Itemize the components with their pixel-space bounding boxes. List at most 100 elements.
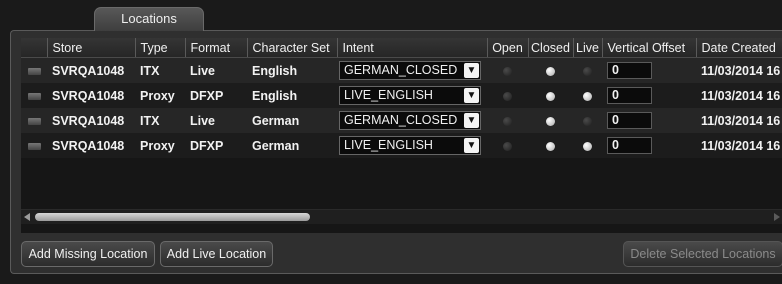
date-cell: 11/03/2014 16: [696, 83, 782, 108]
row-select-cell[interactable]: [21, 83, 47, 108]
table-row[interactable]: SVRQA1048 Proxy DFXP German LIVE_ENGLISH…: [21, 133, 782, 158]
date-cell: 11/03/2014 16: [696, 57, 782, 83]
type-cell: ITX: [135, 108, 185, 133]
type-cell: Proxy: [135, 83, 185, 108]
open-radio-cell: [487, 83, 528, 108]
live-radio-cell: [573, 57, 602, 83]
chevron-down-icon[interactable]: ▼: [464, 138, 479, 153]
chevron-down-icon[interactable]: ▼: [464, 113, 479, 128]
open-radio[interactable]: [503, 116, 512, 126]
live-radio[interactable]: [583, 91, 592, 101]
vertical-offset-input[interactable]: 0: [607, 137, 652, 154]
column-header-date-created[interactable]: Date Created: [696, 38, 782, 58]
store-cell: SVRQA1048: [47, 133, 135, 158]
open-radio-cell: [487, 57, 528, 83]
open-radio[interactable]: [503, 91, 512, 101]
format-cell: Live: [185, 108, 247, 133]
horizontal-scrollbar[interactable]: [21, 209, 782, 224]
intent-cell: LIVE_ENGLISH ▼: [337, 83, 487, 108]
column-header-select[interactable]: [21, 38, 48, 58]
column-header-vertical-offset[interactable]: Vertical Offset: [602, 38, 697, 58]
column-header-type[interactable]: Type: [135, 38, 186, 58]
column-header-store[interactable]: Store: [47, 38, 136, 58]
column-header-character-set[interactable]: Character Set: [247, 38, 338, 58]
format-cell: DFXP: [185, 83, 247, 108]
intent-cell: GERMAN_CLOSED ▼: [337, 57, 487, 83]
format-cell: Live: [185, 57, 247, 83]
intent-value: LIVE_ENGLISH: [344, 88, 433, 102]
column-header-open[interactable]: Open: [487, 38, 529, 58]
row-select-handle[interactable]: [27, 67, 41, 75]
tab-locations[interactable]: Locations: [94, 7, 204, 31]
column-header-format[interactable]: Format: [185, 38, 248, 58]
intent-cell: LIVE_ENGLISH ▼: [337, 133, 487, 158]
offset-cell: 0: [602, 108, 696, 133]
closed-radio-cell: [528, 108, 573, 133]
row-select-cell[interactable]: [21, 108, 47, 133]
charset-cell: German: [247, 108, 337, 133]
closed-radio-cell: [528, 57, 573, 83]
open-radio[interactable]: [503, 141, 512, 151]
intent-cell: GERMAN_CLOSED ▼: [337, 108, 487, 133]
closed-radio[interactable]: [546, 91, 555, 101]
locations-panel: Store Type Format Character Set Intent O…: [10, 30, 782, 274]
intent-dropdown[interactable]: LIVE_ENGLISH ▼: [339, 86, 481, 105]
open-radio-cell: [487, 133, 528, 158]
live-radio[interactable]: [583, 66, 592, 76]
closed-radio[interactable]: [546, 116, 555, 126]
closed-radio[interactable]: [546, 66, 555, 76]
charset-cell: German: [247, 133, 337, 158]
charset-cell: English: [247, 83, 337, 108]
offset-cell: 0: [602, 133, 696, 158]
live-radio[interactable]: [583, 141, 592, 151]
live-radio-cell: [573, 108, 602, 133]
chevron-down-icon[interactable]: ▼: [464, 88, 479, 103]
table-row[interactable]: SVRQA1048 ITX Live German GERMAN_CLOSED ▼…: [21, 108, 782, 133]
scrollbar-thumb[interactable]: [35, 213, 310, 221]
store-cell: SVRQA1048: [47, 108, 135, 133]
row-select-handle[interactable]: [27, 92, 41, 100]
date-cell: 11/03/2014 16: [696, 108, 782, 133]
locations-table-container: Store Type Format Character Set Intent O…: [21, 38, 782, 233]
open-radio[interactable]: [503, 66, 512, 76]
delete-selected-locations-button[interactable]: Delete Selected Locations: [623, 241, 782, 267]
locations-table: Store Type Format Character Set Intent O…: [21, 38, 782, 158]
intent-value: GERMAN_CLOSED: [344, 63, 458, 77]
intent-dropdown[interactable]: LIVE_ENGLISH ▼: [339, 136, 481, 155]
offset-cell: 0: [602, 57, 696, 83]
closed-radio[interactable]: [546, 141, 555, 151]
row-select-handle[interactable]: [27, 142, 41, 150]
offset-cell: 0: [602, 83, 696, 108]
open-radio-cell: [487, 108, 528, 133]
row-select-handle[interactable]: [27, 117, 41, 125]
closed-radio-cell: [528, 83, 573, 108]
column-header-intent[interactable]: Intent: [337, 38, 488, 58]
date-cell: 11/03/2014 16: [696, 133, 782, 158]
live-radio[interactable]: [583, 116, 592, 126]
vertical-offset-input[interactable]: 0: [607, 112, 652, 129]
store-cell: SVRQA1048: [47, 83, 135, 108]
type-cell: Proxy: [135, 133, 185, 158]
store-cell: SVRQA1048: [47, 57, 135, 83]
row-select-cell[interactable]: [21, 133, 47, 158]
intent-value: GERMAN_CLOSED: [344, 113, 458, 127]
charset-cell: English: [247, 57, 337, 83]
add-missing-location-button[interactable]: Add Missing Location: [21, 241, 155, 267]
vertical-offset-input[interactable]: 0: [607, 87, 652, 104]
closed-radio-cell: [528, 133, 573, 158]
row-select-cell[interactable]: [21, 57, 47, 83]
arrow-left-icon[interactable]: [24, 213, 30, 221]
type-cell: ITX: [135, 57, 185, 83]
table-row[interactable]: SVRQA1048 ITX Live English GERMAN_CLOSED…: [21, 57, 782, 83]
column-header-live[interactable]: Live: [573, 38, 603, 58]
vertical-offset-input[interactable]: 0: [607, 62, 652, 79]
intent-value: LIVE_ENGLISH: [344, 138, 433, 152]
arrow-right-icon[interactable]: [774, 213, 780, 221]
table-row[interactable]: SVRQA1048 Proxy DFXP English LIVE_ENGLIS…: [21, 83, 782, 108]
add-live-location-button[interactable]: Add Live Location: [160, 241, 273, 267]
chevron-down-icon[interactable]: ▼: [464, 63, 479, 78]
column-header-closed[interactable]: Closed: [528, 38, 574, 58]
intent-dropdown[interactable]: GERMAN_CLOSED ▼: [339, 111, 481, 130]
intent-dropdown[interactable]: GERMAN_CLOSED ▼: [339, 61, 481, 80]
format-cell: DFXP: [185, 133, 247, 158]
